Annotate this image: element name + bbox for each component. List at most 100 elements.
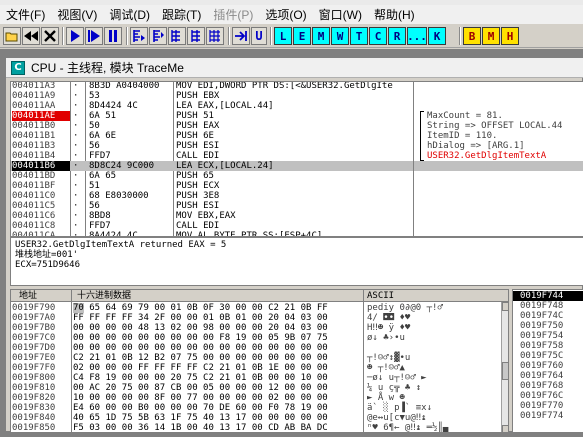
- goto-expression-icon[interactable]: [232, 27, 250, 45]
- disasm-hex-bytes: 8D8C24 9C000: [89, 161, 155, 171]
- dump-row[interactable]: 0019F840 40 65 1D 75 5B 63 1F 75 40 13 17…: [11, 413, 501, 423]
- dump-row[interactable]: 0019F830 E4 60 00 00 B0 00 00 00 70 DE 60…: [11, 403, 501, 413]
- mdi-client-area: C CPU - 主线程, 模块 TraceMe 004011A3 · 8B3D A0…: [0, 49, 583, 437]
- dump-header-address[interactable]: 地址: [19, 291, 37, 301]
- toolbar-window-button-6[interactable]: R: [388, 27, 406, 45]
- disasm-row[interactable]: 004011A3 · 8B3D A0404000 MOV EDI,DWORD PTR …: [11, 82, 413, 91]
- disasm-row[interactable]: 004011A9 · 53 PUSH EBX: [11, 91, 413, 101]
- memory-dump-pane[interactable]: 地址 十六进制数据 ASCII 0019F790 70 65 64 69 79 0…: [10, 289, 509, 433]
- comment-row: [414, 91, 583, 101]
- stack-row[interactable]: 0019F758: [513, 341, 583, 351]
- menu-item-7[interactable]: 帮助(H): [368, 6, 421, 23]
- disasm-row[interactable]: 004011C8 · FFD7 CALL EDI: [11, 221, 413, 231]
- stack-row[interactable]: 0019F74C: [513, 311, 583, 321]
- dump-row[interactable]: 0019F7B0 00 00 00 00 48 13 02 00 98 00 00…: [11, 323, 501, 333]
- dump-row[interactable]: 0019F7A0 FF FF FF FF 34 2F 00 00 01 0B 01…: [11, 313, 501, 323]
- step-over-icon[interactable]: [149, 27, 167, 45]
- menu-item-3[interactable]: 跟踪(T): [156, 6, 207, 23]
- toolbar-option-button-0[interactable]: B: [463, 27, 481, 45]
- trace-over-icon[interactable]: [187, 27, 205, 45]
- trace-into-icon[interactable]: [168, 27, 186, 45]
- toolbar-window-button-2[interactable]: M: [312, 27, 330, 45]
- comments-pane[interactable]: MaxCount = 81. String => OFFSET LOCAL.44 I…: [414, 81, 583, 237]
- cpu-window-titlebar[interactable]: C CPU - 主线程, 模块 TraceMe: [6, 58, 583, 78]
- disasm-row[interactable]: 004011C6 · 8BD8 MOV EBX,EAX: [11, 211, 413, 221]
- disasm-row[interactable]: 004011BF · 51 PUSH ECX: [11, 181, 413, 191]
- disasm-row[interactable]: 004011B4 · FFD7 CALL EDI: [11, 151, 413, 161]
- run-icon[interactable]: [66, 27, 84, 45]
- dump-hex: C2 21 01 0B 12 B2 07 75 00 00 00 00 00 0…: [73, 353, 363, 363]
- stack-row[interactable]: 0019F76C: [513, 391, 583, 401]
- dump-row[interactable]: 0019F7C0 00 00 00 00 00 00 00 00 00 F8 19…: [11, 333, 501, 343]
- disasm-row[interactable]: 004011AE · 6A 51 PUSH 51: [11, 111, 413, 121]
- menu-item-1[interactable]: 视图(V): [51, 6, 103, 23]
- stack-row[interactable]: 0019F774: [513, 411, 583, 421]
- stack-row[interactable]: 0019F75C: [513, 351, 583, 361]
- disasm-row[interactable]: 004011B6 · 8D8C24 9C000 LEA ECX,[LOCAL.24]: [11, 161, 413, 171]
- scroll-up-arrow-icon[interactable]: [502, 302, 508, 311]
- disasm-hex-bytes: 68 E8030000: [89, 191, 149, 201]
- execute-till-return-icon[interactable]: [206, 27, 224, 45]
- dump-hex: F5 03 00 00 36 14 1B 00 40 13 17 00 CD A…: [73, 423, 363, 433]
- stack-row[interactable]: 0019F744: [513, 291, 583, 301]
- scroll-down-arrow-icon[interactable]: [502, 425, 508, 432]
- dump-hex-bytes: 03 00 00 36 14 1B 00 40 13 17 00 CD AB B…: [83, 423, 328, 433]
- execute-till-user-code-icon[interactable]: U: [251, 27, 267, 45]
- disasm-row[interactable]: 004011B0 · 50 PUSH EAX: [11, 121, 413, 131]
- menu-item-4[interactable]: 插件(P): [207, 6, 259, 23]
- dump-hex-bytes: 00 00 00 48 13 02 00 98 00 00 00 20 04 0…: [83, 323, 328, 333]
- disasm-row[interactable]: 004011AA · 8D4424 4C LEA EAX,[LOCAL.44]: [11, 101, 413, 111]
- disasm-row[interactable]: 004011B1 · 6A 6E PUSH 6E: [11, 131, 413, 141]
- dump-header-hex[interactable]: 十六进制数据: [77, 291, 131, 301]
- toolbar-window-button-4[interactable]: T: [350, 27, 368, 45]
- dump-row[interactable]: 0019F7E0 C2 21 01 0B 12 B2 07 75 00 00 00…: [11, 353, 501, 363]
- toolbar-window-button-7[interactable]: ...: [407, 27, 427, 45]
- toolbar-window-button-1[interactable]: E: [293, 27, 311, 45]
- menu-item-0[interactable]: 文件(F): [0, 6, 51, 23]
- close-program-icon[interactable]: [41, 27, 59, 45]
- disassembly-pane[interactable]: 004011A3 · 8B3D A0404000 MOV EDI,DWORD PTR …: [10, 81, 414, 237]
- dump-row[interactable]: 0019F800 C4 F8 19 00 00 00 20 75 C2 21 01…: [11, 373, 501, 383]
- dump-row[interactable]: 0019F850 F5 03 00 00 36 14 1B 00 40 13 17…: [11, 423, 501, 433]
- disasm-row[interactable]: 004011C5 · 56 PUSH ESI: [11, 201, 413, 211]
- stack-row[interactable]: 0019F760: [513, 361, 583, 371]
- stack-row[interactable]: 0019F770: [513, 401, 583, 411]
- restart-icon[interactable]: [22, 27, 40, 45]
- disasm-row[interactable]: 004011B3 · 56 PUSH ESI: [11, 141, 413, 151]
- run-thread-icon[interactable]: [85, 27, 103, 45]
- dump-row[interactable]: 0019F7D0 00 00 00 00 00 00 00 00 00 00 00…: [11, 343, 501, 353]
- stack-row[interactable]: 0019F748: [513, 301, 583, 311]
- disasm-row[interactable]: 004011C0 · 68 E8030000 PUSH 3E8: [11, 191, 413, 201]
- disasm-row[interactable]: 004011BD · 6A 65 PUSH 65: [11, 171, 413, 181]
- step-into-icon[interactable]: [130, 27, 148, 45]
- menu-item-5[interactable]: 选项(O): [259, 6, 312, 23]
- dump-address: 0019F7F0: [12, 363, 56, 373]
- toolbar-option-button-1[interactable]: M: [482, 27, 500, 45]
- stack-row[interactable]: 0019F754: [513, 331, 583, 341]
- toolbar-window-button-3[interactable]: W: [331, 27, 349, 45]
- toolbar-window-button-0[interactable]: L: [274, 27, 292, 45]
- dump-hex-first-byte: 00: [73, 383, 84, 393]
- dump-hex-bytes: 60 00 00 B0 00 00 00 70 DE 60 00 F0 78 1…: [83, 403, 328, 413]
- dump-row[interactable]: 0019F790 70 65 64 69 79 00 01 0B 0F 30 00…: [11, 303, 501, 313]
- info-pane[interactable]: USER32.GetDlgItemTextA returned EAX = 5 …: [10, 237, 583, 286]
- toolbar-window-button-8[interactable]: K: [428, 27, 446, 45]
- pause-icon[interactable]: [104, 27, 122, 45]
- toolbar-window-button-5[interactable]: C: [369, 27, 387, 45]
- menu-item-6[interactable]: 窗口(W): [313, 6, 368, 23]
- open-file-icon[interactable]: [3, 27, 21, 45]
- comment-row: [414, 161, 583, 171]
- toolbar-option-button-2[interactable]: H: [501, 27, 519, 45]
- stack-row[interactable]: 0019F768: [513, 381, 583, 391]
- stack-pane[interactable]: 0019F744 0019F748 0019F74C 0019F750 0019F754…: [512, 289, 583, 433]
- dump-scrollbar[interactable]: [501, 302, 508, 432]
- dump-row[interactable]: 0019F810 00 AC 20 75 00 87 CB 00 05 00 00…: [11, 383, 501, 393]
- stack-row[interactable]: 0019F764: [513, 371, 583, 381]
- dump-row[interactable]: 0019F820 10 00 00 00 00 8F 00 77 00 00 00…: [11, 393, 501, 403]
- disasm-address: 004011C8: [12, 221, 56, 231]
- menu-item-2[interactable]: 调试(D): [103, 6, 156, 23]
- stack-row[interactable]: 0019F750: [513, 321, 583, 331]
- dump-row[interactable]: 0019F7F0 02 00 00 00 FF FF FF FF C2 21 01…: [11, 363, 501, 373]
- scroll-thumb[interactable]: [502, 362, 508, 380]
- dump-header-ascii[interactable]: ASCII: [367, 291, 394, 301]
